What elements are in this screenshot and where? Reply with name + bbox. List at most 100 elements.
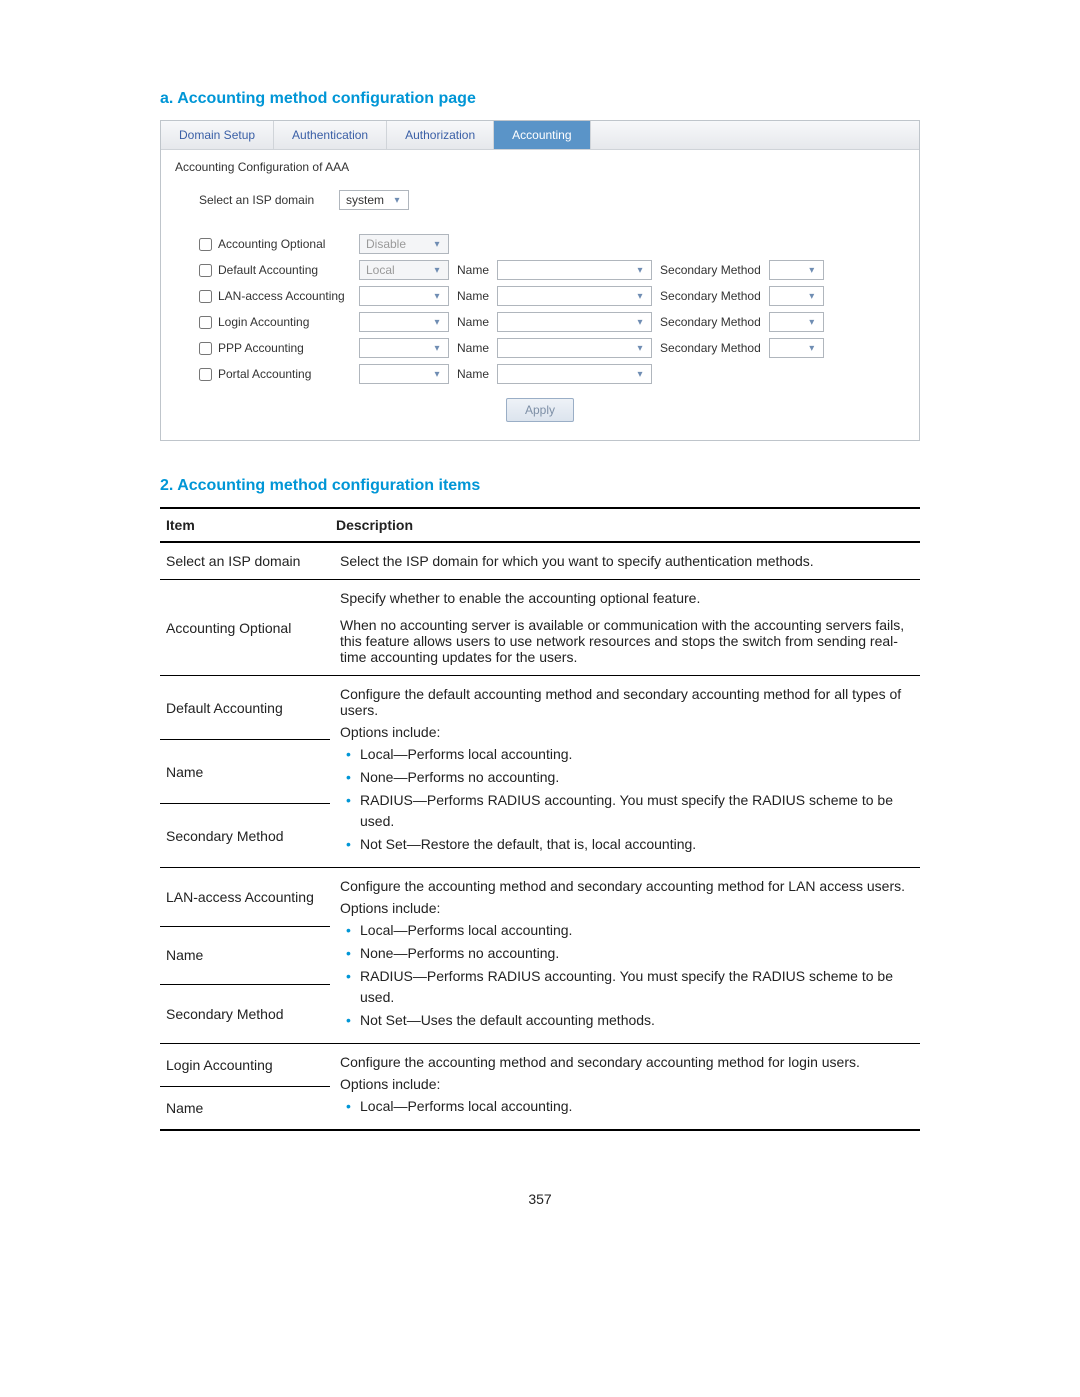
- checkbox-lan-access[interactable]: [199, 290, 212, 303]
- select-optional-method[interactable]: Disable ▾: [359, 234, 449, 254]
- desc-p: Configure the accounting method and seco…: [340, 1054, 914, 1070]
- desc-p: Options include:: [340, 724, 914, 740]
- cell-item: Secondary Method: [160, 985, 330, 1044]
- select-ppp-secondary[interactable]: ▾: [769, 338, 824, 358]
- secondary-label: Secondary Method: [660, 289, 761, 303]
- select-default-secondary[interactable]: ▾: [769, 260, 824, 280]
- bullet: Local—Performs local accounting.: [340, 744, 914, 765]
- desc-p: Configure the accounting method and seco…: [340, 878, 914, 894]
- row-login: Login Accounting: [199, 315, 359, 329]
- desc-p: Options include:: [340, 900, 914, 916]
- checkbox-login[interactable]: [199, 316, 212, 329]
- select-optional-value: Disable: [366, 237, 406, 251]
- select-default-name[interactable]: ▾: [497, 260, 652, 280]
- chevron-down-icon: ▾: [430, 263, 444, 277]
- chevron-down-icon: ▾: [633, 289, 647, 303]
- panel-title: Accounting Configuration of AAA: [175, 160, 905, 174]
- cell-item: LAN-access Accounting: [160, 868, 330, 927]
- chevron-down-icon: ▾: [430, 315, 444, 329]
- th-item: Item: [160, 508, 330, 542]
- cell-desc: Select the ISP domain for which you want…: [330, 542, 920, 580]
- bullet: Local—Performs local accounting.: [340, 920, 914, 941]
- cell-desc: Configure the accounting method and seco…: [330, 1044, 920, 1131]
- select-login-method[interactable]: ▾: [359, 312, 449, 332]
- checkbox-accounting-optional[interactable]: [199, 238, 212, 251]
- row-default-accounting: Default Accounting: [199, 263, 359, 277]
- select-lan-name[interactable]: ▾: [497, 286, 652, 306]
- cell-item: Default Accounting: [160, 676, 330, 740]
- cell-item: Select an ISP domain: [160, 542, 330, 580]
- bullet: Not Set—Restore the default, that is, lo…: [340, 834, 914, 855]
- chevron-down-icon: ▾: [430, 341, 444, 355]
- cell-item: Name: [160, 1086, 330, 1130]
- chevron-down-icon: ▾: [633, 341, 647, 355]
- tab-accounting[interactable]: Accounting: [494, 121, 590, 149]
- secondary-label: Secondary Method: [660, 341, 761, 355]
- name-label: Name: [457, 367, 489, 381]
- desc-p: Configure the default accounting method …: [340, 686, 914, 718]
- domain-value: system: [346, 193, 384, 207]
- chevron-down-icon: ▾: [390, 193, 404, 207]
- heading-2: 2. Accounting method configuration items: [160, 477, 920, 495]
- chevron-down-icon: ▾: [430, 367, 444, 381]
- select-default-value: Local: [366, 263, 395, 277]
- checkbox-ppp[interactable]: [199, 342, 212, 355]
- chevron-down-icon: ▾: [430, 237, 444, 251]
- heading-a: a. Accounting method configuration page: [160, 90, 920, 108]
- select-portal-name[interactable]: ▾: [497, 364, 652, 384]
- label-default-accounting: Default Accounting: [218, 263, 318, 277]
- label-portal: Portal Accounting: [218, 367, 311, 381]
- bullet: None—Performs no accounting.: [340, 767, 914, 788]
- tab-domain-setup[interactable]: Domain Setup: [161, 121, 274, 149]
- bullet: None—Performs no accounting.: [340, 943, 914, 964]
- chevron-down-icon: ▾: [633, 315, 647, 329]
- select-lan-method[interactable]: ▾: [359, 286, 449, 306]
- tab-authentication[interactable]: Authentication: [274, 121, 387, 149]
- label-ppp: PPP Accounting: [218, 341, 304, 355]
- cell-item: Name: [160, 740, 330, 804]
- bullet: Local—Performs local accounting.: [340, 1096, 914, 1117]
- cell-item: Name: [160, 926, 330, 985]
- select-ppp-name[interactable]: ▾: [497, 338, 652, 358]
- select-login-name[interactable]: ▾: [497, 312, 652, 332]
- tab-authorization[interactable]: Authorization: [387, 121, 494, 149]
- page-number: 357: [160, 1191, 920, 1207]
- name-label: Name: [457, 315, 489, 329]
- checkbox-default-accounting[interactable]: [199, 264, 212, 277]
- cell-desc: Configure the accounting method and seco…: [330, 868, 920, 1044]
- name-label: Name: [457, 289, 489, 303]
- name-label: Name: [457, 263, 489, 277]
- bullet: Not Set—Uses the default accounting meth…: [340, 1010, 914, 1031]
- tab-spacer: [591, 121, 919, 149]
- cell-desc: Configure the default accounting method …: [330, 676, 920, 868]
- description-table: Item Description Select an ISP domain Se…: [160, 507, 920, 1131]
- label-accounting-optional: Accounting Optional: [218, 237, 325, 251]
- chevron-down-icon: ▾: [805, 341, 819, 355]
- cell-item: Login Accounting: [160, 1044, 330, 1087]
- config-screenshot: Domain Setup Authentication Authorizatio…: [160, 120, 920, 441]
- secondary-label: Secondary Method: [660, 315, 761, 329]
- row-accounting-optional: Accounting Optional: [199, 237, 359, 251]
- label-login: Login Accounting: [218, 315, 309, 329]
- th-description: Description: [330, 508, 920, 542]
- tabs-bar: Domain Setup Authentication Authorizatio…: [161, 121, 919, 150]
- bullet: RADIUS—Performs RADIUS accounting. You m…: [340, 966, 914, 1008]
- checkbox-portal[interactable]: [199, 368, 212, 381]
- desc-p: When no accounting server is available o…: [340, 617, 914, 665]
- chevron-down-icon: ▾: [805, 263, 819, 277]
- name-label: Name: [457, 341, 489, 355]
- row-lan-access: LAN-access Accounting: [199, 289, 359, 303]
- domain-select[interactable]: system ▾: [339, 190, 409, 210]
- select-domain-label: Select an ISP domain: [199, 193, 339, 207]
- chevron-down-icon: ▾: [633, 367, 647, 381]
- cell-desc: Specify whether to enable the accounting…: [330, 580, 920, 676]
- select-default-method[interactable]: Local ▾: [359, 260, 449, 280]
- apply-button[interactable]: Apply: [506, 398, 574, 422]
- chevron-down-icon: ▾: [805, 289, 819, 303]
- select-login-secondary[interactable]: ▾: [769, 312, 824, 332]
- chevron-down-icon: ▾: [430, 289, 444, 303]
- cell-item: Secondary Method: [160, 804, 330, 868]
- select-ppp-method[interactable]: ▾: [359, 338, 449, 358]
- select-lan-secondary[interactable]: ▾: [769, 286, 824, 306]
- select-portal-method[interactable]: ▾: [359, 364, 449, 384]
